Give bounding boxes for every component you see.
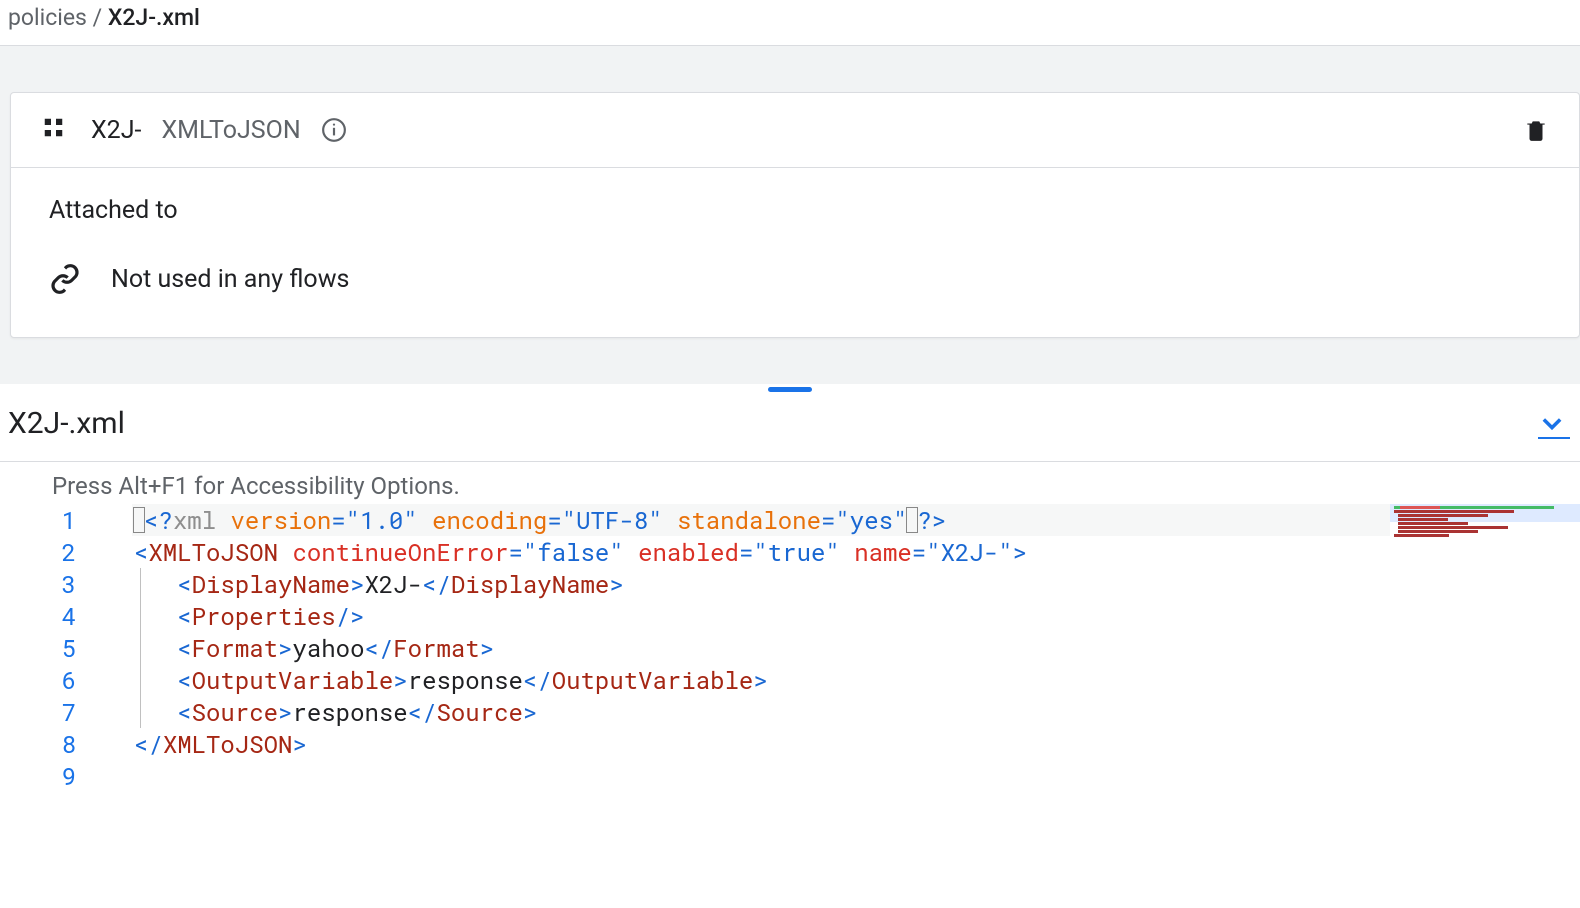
line-number: 1 bbox=[0, 504, 76, 536]
policy-card-body: Attached to Not used in any flows bbox=[11, 168, 1579, 337]
accessibility-hint: Press Alt+F1 for Accessibility Options. bbox=[0, 462, 1580, 504]
line-number: 9 bbox=[0, 760, 76, 792]
editor-filename: X2J-.xml bbox=[8, 406, 125, 441]
policy-card: X2J- XMLToJSON Attached to bbox=[10, 92, 1580, 338]
collapse-editor-icon[interactable] bbox=[1538, 409, 1566, 437]
policy-type-label: XMLToJSON bbox=[161, 116, 300, 145]
delete-icon[interactable] bbox=[1523, 117, 1549, 143]
editor-gutter: 1 2 3 4 5 6 7 8 9 bbox=[0, 504, 88, 792]
line-number: 2 bbox=[0, 536, 76, 568]
policy-name: X2J- bbox=[91, 116, 141, 145]
code-editor[interactable]: 1 2 3 4 5 6 7 8 9 <?xml version="1.0" en… bbox=[0, 504, 1580, 792]
breadcrumb: policies / X2J-.xml bbox=[0, 0, 1580, 46]
policy-summary-section: X2J- XMLToJSON Attached to bbox=[0, 46, 1580, 384]
line-number: 7 bbox=[0, 696, 76, 728]
panel-resize-handle[interactable] bbox=[0, 384, 1580, 394]
attached-to-status: Not used in any flows bbox=[111, 265, 349, 294]
line-number: 3 bbox=[0, 568, 76, 600]
line-number: 4 bbox=[0, 600, 76, 632]
info-icon[interactable] bbox=[321, 117, 347, 143]
line-number: 6 bbox=[0, 664, 76, 696]
link-icon bbox=[49, 263, 81, 295]
breadcrumb-parent[interactable]: policies bbox=[8, 4, 87, 31]
editor-code[interactable]: <?xml version="1.0" encoding="UTF-8" sta… bbox=[134, 504, 1580, 792]
breadcrumb-current: X2J-.xml bbox=[108, 4, 200, 31]
editor-minimap[interactable] bbox=[1390, 504, 1580, 792]
attached-to-row: Not used in any flows bbox=[49, 263, 1541, 295]
line-number: 5 bbox=[0, 632, 76, 664]
line-number: 8 bbox=[0, 728, 76, 760]
editor-header: X2J-.xml bbox=[0, 394, 1580, 462]
breadcrumb-sep: / bbox=[87, 4, 108, 31]
policy-card-header: X2J- XMLToJSON bbox=[11, 93, 1579, 168]
policy-type-icon bbox=[41, 115, 71, 145]
attached-to-label: Attached to bbox=[49, 196, 1541, 225]
